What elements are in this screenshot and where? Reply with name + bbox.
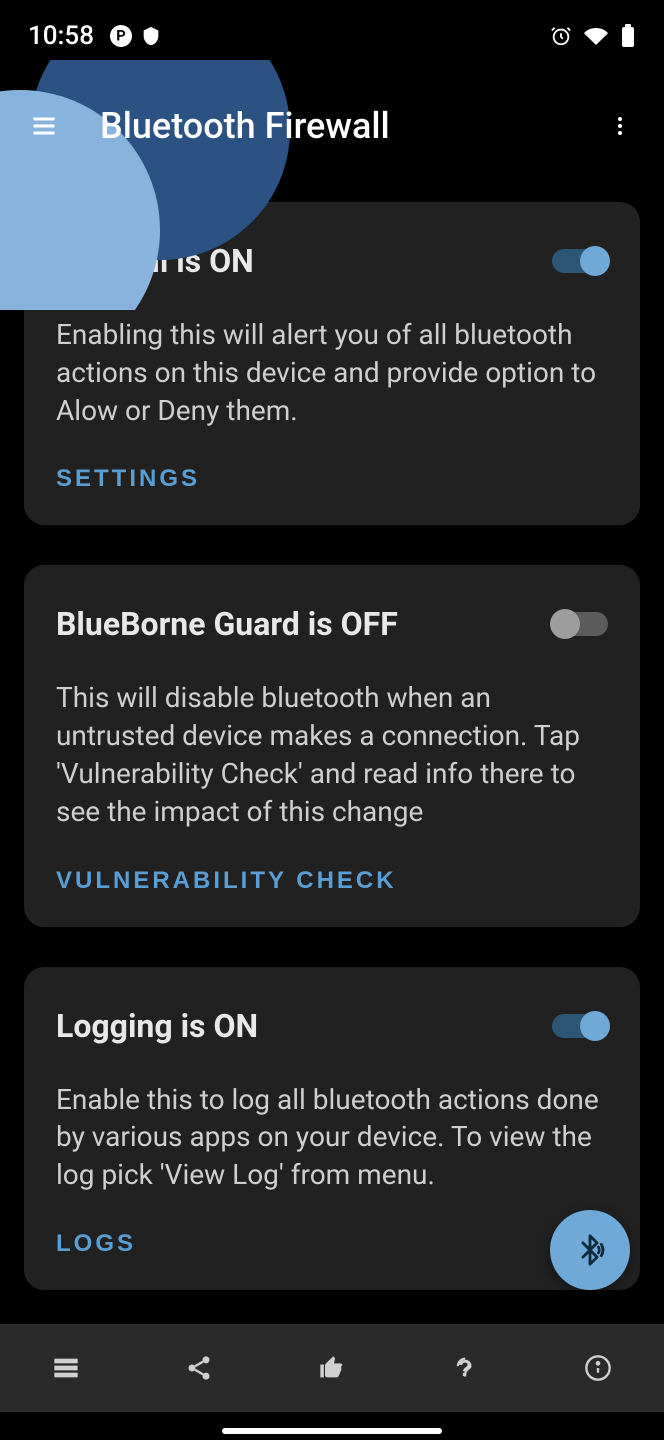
logs-button[interactable]: LOGS (56, 1230, 136, 1258)
firewall-card-description: Enabling this will alert you of all blue… (56, 316, 608, 429)
logging-toggle[interactable] (552, 1014, 608, 1038)
nav-info-button[interactable] (574, 1344, 622, 1392)
info-icon (584, 1354, 612, 1382)
blueborne-toggle[interactable] (552, 612, 608, 636)
share-icon (185, 1354, 213, 1382)
nav-storage-button[interactable] (42, 1344, 90, 1392)
logging-card: Logging is ON Enable this to log all blu… (24, 967, 640, 1290)
bluetooth-searching-icon (573, 1233, 607, 1267)
alarm-icon (550, 25, 572, 47)
bottom-navigation: ? (0, 1324, 664, 1412)
firewall-toggle[interactable] (552, 249, 608, 273)
nav-help-button[interactable]: ? (441, 1344, 489, 1392)
more-options-button[interactable] (596, 102, 644, 150)
blueborne-card: BlueBorne Guard is OFF This will disable… (24, 565, 640, 926)
more-vertical-icon (608, 114, 632, 138)
blueborne-card-title: BlueBorne Guard is OFF (56, 605, 398, 643)
logging-card-description: Enable this to log all bluetooth actions… (56, 1081, 608, 1194)
firewall-card: Firewall is ON Enabling this will alert … (24, 202, 640, 525)
help-icon: ? (451, 1354, 479, 1382)
nav-like-button[interactable] (308, 1344, 356, 1392)
vulnerability-check-button[interactable]: VULNERABILITY CHECK (56, 867, 397, 895)
status-time: 10:58 (28, 21, 94, 51)
hamburger-menu-button[interactable] (20, 102, 68, 150)
blueborne-card-description: This will disable bluetooth when an untr… (56, 679, 608, 830)
gesture-handle[interactable] (222, 1428, 442, 1434)
settings-button[interactable]: SETTINGS (56, 465, 200, 493)
status-notification-icons: P (110, 25, 162, 47)
battery-icon (620, 24, 636, 48)
thumb-up-icon (318, 1354, 346, 1382)
content-area: Firewall is ON Enabling this will alert … (0, 180, 664, 1382)
status-bar: 10:58 P (0, 0, 664, 72)
hamburger-icon (30, 112, 58, 140)
firewall-card-title: Firewall is ON (56, 242, 254, 280)
parking-icon: P (110, 25, 132, 47)
storage-icon (52, 1354, 80, 1382)
bluetooth-scan-fab[interactable] (550, 1210, 630, 1290)
logging-card-title: Logging is ON (56, 1007, 258, 1045)
app-title: Bluetooth Firewall (100, 105, 390, 147)
svg-text:P: P (116, 27, 125, 45)
shield-icon (140, 25, 162, 47)
wifi-icon (584, 24, 608, 48)
app-bar: Bluetooth Firewall (0, 72, 664, 180)
svg-text:?: ? (458, 1355, 472, 1381)
nav-share-button[interactable] (175, 1344, 223, 1392)
